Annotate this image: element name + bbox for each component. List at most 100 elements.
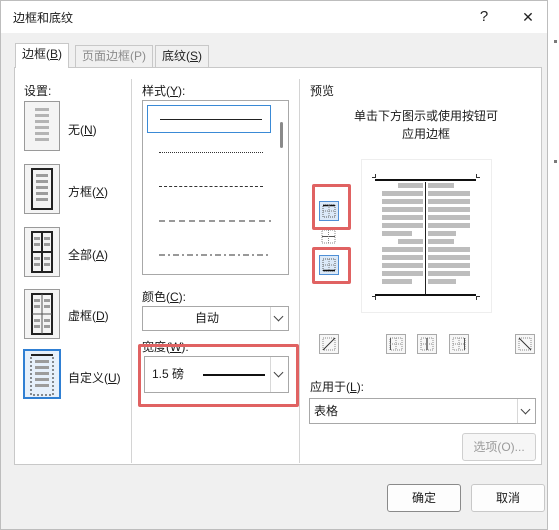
line-style-list[interactable] bbox=[142, 100, 289, 275]
line-style-dotted-preview bbox=[159, 152, 263, 153]
apply-to-dropdown-arrow[interactable] bbox=[517, 399, 535, 423]
left-border-button[interactable] bbox=[386, 334, 406, 354]
line-style-dash-dot[interactable] bbox=[147, 241, 271, 269]
preview-text-bar bbox=[382, 199, 423, 204]
chevron-down-icon bbox=[520, 404, 531, 415]
style-list-scrollbar[interactable] bbox=[275, 102, 287, 273]
preview-text-bar bbox=[428, 199, 470, 204]
apply-to-heading-end: ): bbox=[356, 380, 365, 394]
tab-shading-accesskey: S bbox=[190, 49, 199, 63]
preview-heading: 预览 bbox=[310, 84, 335, 98]
setting-grid-button[interactable] bbox=[24, 289, 60, 339]
color-heading-text: 颜色( bbox=[142, 290, 170, 304]
color-heading: 颜色(C): bbox=[142, 288, 186, 305]
crop-mark bbox=[372, 296, 376, 297]
setting-none-button[interactable] bbox=[24, 101, 60, 151]
preview-text-bar bbox=[428, 271, 470, 276]
preview-text-bar bbox=[382, 263, 423, 268]
inside-vertical-border-button[interactable] bbox=[417, 334, 437, 354]
setting-custom-icon bbox=[30, 354, 54, 396]
setting-box-icon bbox=[31, 168, 53, 210]
line-style-dashed[interactable] bbox=[147, 173, 271, 201]
left-border-icon bbox=[389, 337, 403, 351]
preview-inside-vertical-border bbox=[425, 182, 426, 294]
line-style-dash-dot-preview bbox=[159, 254, 271, 256]
inside-vertical-border-icon bbox=[420, 337, 434, 351]
bottom-border-icon bbox=[322, 258, 336, 272]
setting-all-text: 全部( bbox=[68, 248, 96, 262]
tab-shading[interactable]: 底纹(S) bbox=[155, 45, 210, 67]
inside-horizontal-border-icon bbox=[321, 229, 336, 244]
preview-text-bar bbox=[382, 223, 423, 228]
width-heading-end: ): bbox=[181, 340, 189, 354]
style-heading-end: ): bbox=[178, 84, 186, 98]
setting-grid-label: 虚框(D) bbox=[68, 307, 109, 324]
style-list-scroll-thumb[interactable] bbox=[280, 122, 283, 148]
bottom-border-button[interactable] bbox=[319, 255, 339, 275]
setting-all-button[interactable] bbox=[24, 227, 60, 277]
close-button[interactable]: ✕ bbox=[517, 7, 539, 27]
width-dropdown-arrow[interactable] bbox=[270, 357, 288, 392]
preview-text-bar bbox=[428, 231, 456, 236]
width-line-preview bbox=[203, 374, 265, 376]
preview-top-border bbox=[375, 179, 476, 181]
setting-custom-button[interactable] bbox=[23, 349, 61, 399]
options-button[interactable]: 选项(O)... bbox=[462, 433, 536, 461]
style-heading: 样式(Y): bbox=[142, 82, 185, 99]
preview-text-bar bbox=[428, 263, 470, 268]
diagonal-down-border-button[interactable] bbox=[319, 334, 339, 354]
line-style-solid[interactable] bbox=[147, 105, 271, 133]
ok-button[interactable]: 确定 bbox=[387, 484, 461, 512]
setting-custom-accesskey: U bbox=[108, 371, 117, 385]
color-dropdown[interactable]: 自动 bbox=[142, 306, 289, 331]
tab-borders[interactable]: 边框(B) bbox=[15, 43, 70, 68]
line-style-solid-preview bbox=[160, 119, 262, 120]
preview-text-bar bbox=[382, 271, 423, 276]
preview-text-bar bbox=[428, 223, 470, 228]
border-preview-diagram[interactable] bbox=[361, 159, 492, 313]
preview-text-bar bbox=[428, 247, 470, 252]
preview-text-bar bbox=[428, 255, 470, 260]
preview-bottom-border bbox=[375, 294, 476, 296]
help-button[interactable]: ? bbox=[473, 7, 495, 27]
preview-text-bar bbox=[382, 191, 423, 196]
setting-all-icon bbox=[31, 231, 53, 273]
width-dropdown[interactable]: 1.5 磅 bbox=[144, 356, 289, 393]
preview-text-bar bbox=[382, 215, 423, 220]
setting-grid-text: 虚框( bbox=[68, 309, 96, 323]
setting-none-end: ) bbox=[92, 123, 97, 137]
background-document-mark bbox=[554, 40, 557, 43]
preview-instruction-line-2: 应用边框 bbox=[401, 127, 450, 141]
line-style-dotted[interactable] bbox=[147, 139, 271, 167]
preview-instructions: 单击下方图示或使用按钮可 应用边框 bbox=[346, 107, 506, 143]
tab-borders-label: 边框( bbox=[22, 47, 50, 61]
preview-text-bar bbox=[398, 183, 423, 188]
style-heading-accesskey: Y bbox=[170, 84, 179, 98]
setting-box-button[interactable] bbox=[24, 164, 60, 214]
cancel-button[interactable]: 取消 bbox=[471, 484, 545, 512]
preview-text-bar bbox=[428, 207, 470, 212]
background-document-mark bbox=[554, 160, 557, 163]
inside-horizontal-border-button[interactable] bbox=[321, 229, 336, 244]
right-border-button[interactable] bbox=[449, 334, 469, 354]
tab-page-border[interactable]: 页面边框(P) bbox=[75, 45, 153, 67]
setting-custom-label: 自定义(U) bbox=[68, 369, 121, 386]
line-style-long-dash[interactable] bbox=[147, 207, 271, 235]
preview-text-bar bbox=[398, 239, 423, 244]
tab-page-border-label: 页面边框(P) bbox=[82, 49, 146, 63]
divider bbox=[131, 79, 132, 463]
setting-grid-end: ) bbox=[104, 309, 109, 323]
apply-to-dropdown[interactable]: 表格 bbox=[309, 398, 536, 424]
title-bar: 边框和底纹 ? ✕ bbox=[1, 1, 547, 33]
diagonal-down-icon bbox=[518, 337, 532, 351]
setting-all-end: ) bbox=[104, 248, 109, 262]
tab-shading-label: 底纹( bbox=[162, 49, 190, 63]
preview-text-bar bbox=[382, 255, 423, 260]
top-border-button[interactable] bbox=[319, 201, 339, 221]
dialog-title: 边框和底纹 bbox=[13, 11, 74, 25]
diagonal-down-right-border-button[interactable] bbox=[515, 334, 535, 354]
line-style-long-dash-preview bbox=[159, 220, 271, 222]
tab-shading-label-end: ) bbox=[198, 49, 203, 63]
color-dropdown-arrow[interactable] bbox=[270, 307, 288, 330]
setting-none-icon bbox=[35, 108, 49, 141]
